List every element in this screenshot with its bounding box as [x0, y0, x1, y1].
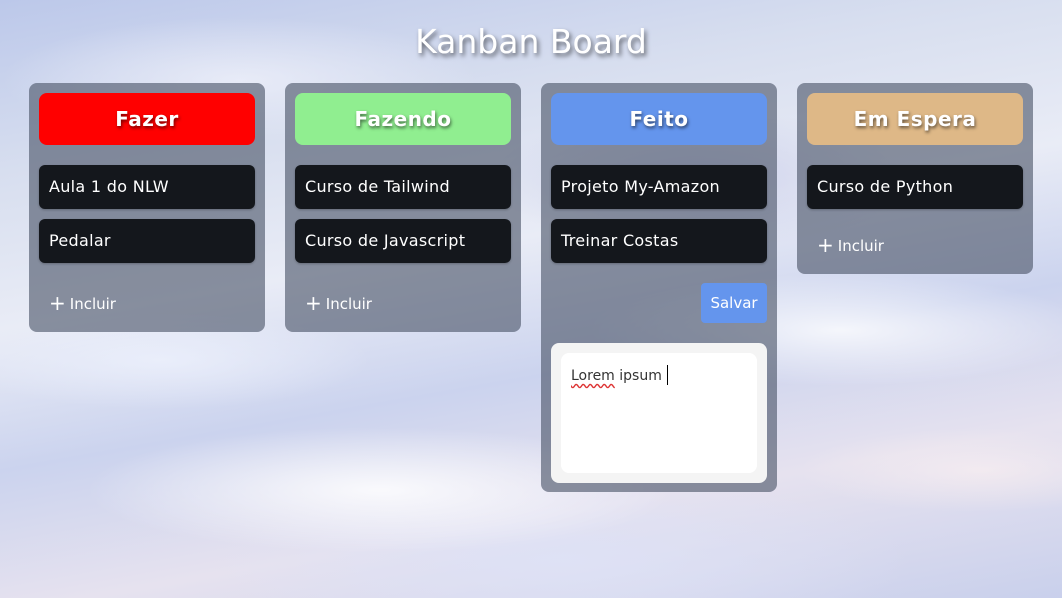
task-card[interactable]: Curso de Python — [807, 165, 1023, 209]
column-em-espera: Em Espera Curso de Python + Incluir — [797, 83, 1033, 274]
new-card-textarea[interactable]: Lorem ipsum — [561, 353, 757, 473]
column-feito: Feito Projeto My-Amazon Treinar Costas S… — [541, 83, 777, 492]
save-button[interactable]: Salvar — [701, 283, 767, 323]
editor-text-word: Lorem — [571, 368, 615, 384]
text-caret — [666, 365, 668, 385]
column-header: Fazer — [39, 93, 255, 145]
column-fazendo: Fazendo Curso de Tailwind Curso de Javas… — [285, 83, 521, 332]
editor-text-word: ipsum — [619, 368, 662, 384]
plus-icon: + — [817, 233, 834, 257]
plus-icon: + — [305, 291, 322, 315]
column-header: Feito — [551, 93, 767, 145]
column-header: Fazendo — [295, 93, 511, 145]
card-list: Curso de Python — [807, 165, 1023, 209]
add-card-button[interactable]: + Incluir — [49, 291, 116, 315]
card-list: Aula 1 do NLW Pedalar — [39, 165, 255, 263]
task-card[interactable]: Pedalar — [39, 219, 255, 263]
column-header: Em Espera — [807, 93, 1023, 145]
add-card-button[interactable]: + Incluir — [305, 291, 372, 315]
column-fazer: Fazer Aula 1 do NLW Pedalar + Incluir — [29, 83, 265, 332]
plus-icon: + — [49, 291, 66, 315]
add-card-label: Incluir — [69, 295, 116, 313]
task-card[interactable]: Treinar Costas — [551, 219, 767, 263]
add-card-label: Incluir — [325, 295, 372, 313]
task-card[interactable]: Curso de Javascript — [295, 219, 511, 263]
add-card-button[interactable]: + Incluir — [817, 233, 884, 257]
task-card[interactable]: Projeto My-Amazon — [551, 165, 767, 209]
task-card[interactable]: Curso de Tailwind — [295, 165, 511, 209]
task-card[interactable]: Aula 1 do NLW — [39, 165, 255, 209]
card-list: Projeto My-Amazon Treinar Costas — [551, 165, 767, 263]
card-list: Curso de Tailwind Curso de Javascript — [295, 165, 511, 263]
add-card-label: Incluir — [837, 237, 884, 255]
new-card-editor: Lorem ipsum — [551, 343, 767, 483]
board-title: Kanban Board — [415, 22, 647, 61]
